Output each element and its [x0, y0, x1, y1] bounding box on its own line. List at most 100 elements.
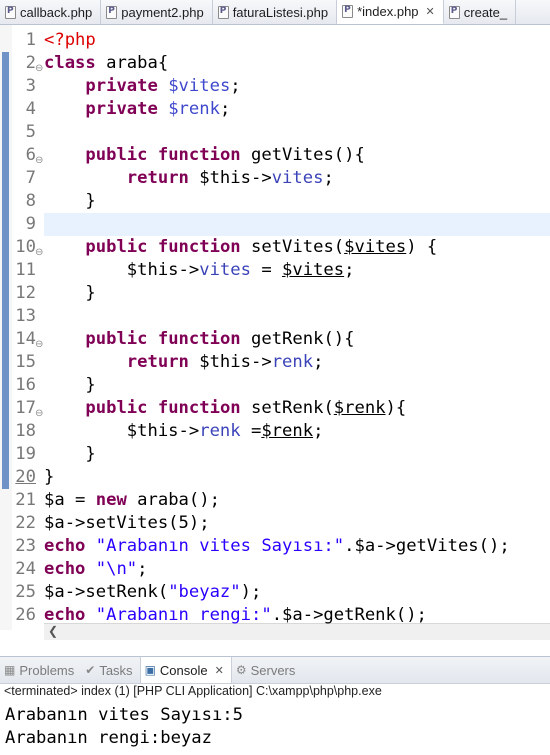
code-token: setRenk( — [240, 398, 334, 418]
code-token: class — [44, 53, 96, 73]
editor-tab-label: payment2.php — [121, 4, 204, 20]
code-line[interactable]: 13 — [0, 305, 550, 328]
code-line[interactable]: 7 return $this->vites; — [0, 167, 550, 190]
code-token: ; — [313, 421, 324, 441]
code-line[interactable]: 9 — [0, 213, 550, 236]
code-token: $this-> — [44, 260, 200, 280]
code-token: vites — [199, 260, 251, 280]
code-editor[interactable]: ❮ 1 <?php 2 ⊖ class araba{3 private $vites; 4… — [0, 25, 550, 640]
code-text: public function getRenk(){ — [44, 328, 354, 351]
editor-tab[interactable]: payment2.php — [101, 0, 213, 24]
tasks-icon: ✔ — [85, 663, 96, 677]
code-token: public — [85, 237, 148, 257]
code-text: echo "Arabanın vites Sayısı:".$a->getVit… — [44, 535, 510, 558]
code-text: echo "Arabanın rengi:".$a->getRenk(); — [44, 604, 427, 627]
code-token: ; — [313, 352, 324, 372]
panel-tab[interactable]: ✔ Tasks — [81, 657, 139, 683]
line-number: 18 — [15, 421, 36, 441]
code-line[interactable]: 24 echo "\n"; — [0, 558, 550, 581]
close-icon[interactable]: ✕ — [426, 5, 435, 18]
code-token: echo — [44, 536, 86, 556]
code-token: ; — [219, 99, 231, 119]
code-line[interactable]: 19 } — [0, 443, 550, 466]
close-icon[interactable]: ✕ — [215, 664, 224, 677]
editor-tab[interactable]: *index.php ✕ — [337, 0, 444, 24]
code-line[interactable]: 22 $a->setVites(5); — [0, 512, 550, 535]
editor-tab[interactable]: faturaListesi.php — [213, 0, 338, 24]
code-text: } — [44, 443, 95, 466]
php-file-icon — [342, 5, 354, 18]
code-token: return — [126, 352, 189, 372]
code-text: public function setVites($vites) { — [44, 236, 437, 259]
code-token: } — [44, 467, 55, 487]
code-token: echo — [44, 605, 86, 625]
line-number: 11 — [15, 260, 36, 280]
code-line[interactable]: 2 ⊖ class araba{ — [0, 52, 550, 75]
code-line[interactable]: 8 } — [0, 190, 550, 213]
code-line[interactable]: 25 $a->setRenk("beyaz"); — [0, 581, 550, 604]
code-token: vites — [271, 168, 324, 188]
code-token: ; — [323, 168, 334, 188]
code-token: ); — [240, 582, 262, 602]
servers-icon: ⚙ — [235, 663, 247, 677]
editor-tab[interactable]: create_ — [444, 0, 517, 24]
code-token: $vites — [344, 237, 407, 257]
code-line[interactable]: 14 ⊖ public function getRenk(){ — [0, 328, 550, 351]
code-line[interactable]: 5 — [0, 121, 550, 144]
code-line[interactable]: 18 $this->renk =$renk; — [0, 420, 550, 443]
editor-tab-label: *index.php — [357, 4, 419, 19]
code-line[interactable]: 11 $this->vites = $vites; — [0, 259, 550, 282]
code-line[interactable]: 4 private $renk; — [0, 98, 550, 121]
code-token: echo — [44, 559, 86, 579]
panel-tab-label: Problems — [19, 662, 75, 678]
code-line[interactable]: 10 ⊖ public function setVites($vites) { — [0, 236, 550, 259]
code-line[interactable]: 26 echo "Arabanın rengi:".$a->getRenk(); — [0, 604, 550, 627]
code-token: } — [44, 375, 96, 395]
line-number: 17 — [15, 398, 36, 418]
code-token: function — [157, 329, 241, 349]
code-token: private — [85, 99, 158, 119]
panel-tab[interactable]: ▣ Console ✕ — [139, 657, 232, 683]
panel-tab[interactable]: ▦ Problems — [0, 657, 81, 683]
code-token: $renk — [333, 398, 386, 418]
code-text: echo "\n"; — [44, 558, 148, 581]
code-line[interactable]: 15 return $this->renk; — [0, 351, 550, 374]
code-line[interactable]: 1 <?php — [0, 29, 550, 52]
code-line[interactable]: 20} — [0, 466, 550, 489]
code-line[interactable]: 17 ⊖ public function setRenk($renk){ — [0, 397, 550, 420]
code-line[interactable]: 3 private $vites; — [0, 75, 550, 98]
code-token: $a = — [44, 490, 96, 510]
code-token: $a->setRenk( — [44, 582, 169, 602]
code-line[interactable]: 12 } — [0, 282, 550, 305]
line-number: 2 — [25, 53, 36, 73]
code-token: private — [85, 76, 158, 96]
code-text: $a->setVites(5); — [44, 512, 210, 535]
code-token: public — [85, 398, 148, 418]
code-token: setVites( — [240, 237, 345, 257]
code-token: "beyaz" — [168, 582, 241, 602]
code-line[interactable]: 23 echo "Arabanın vites Sayısı:".$a->getV… — [0, 535, 550, 558]
code-token: ; — [137, 559, 148, 579]
code-token: ) { — [406, 237, 438, 257]
code-text: $this->renk =$renk; — [44, 420, 324, 443]
php-file-icon — [448, 5, 460, 19]
code-token: "\n" — [95, 559, 138, 579]
editor-tab[interactable]: callback.php — [0, 0, 102, 24]
panel-tab[interactable]: ⚙ Servers — [232, 657, 303, 683]
code-token: function — [157, 237, 241, 257]
code-token: ; — [344, 260, 355, 280]
code-text: private $renk; — [44, 98, 230, 121]
code-line[interactable]: 16 } — [0, 374, 550, 397]
code-line[interactable]: 21 $a = new araba(); — [0, 489, 550, 512]
code-line[interactable]: 6 ⊖ public function getVites(){ — [0, 144, 550, 167]
code-token: ; — [230, 76, 241, 96]
